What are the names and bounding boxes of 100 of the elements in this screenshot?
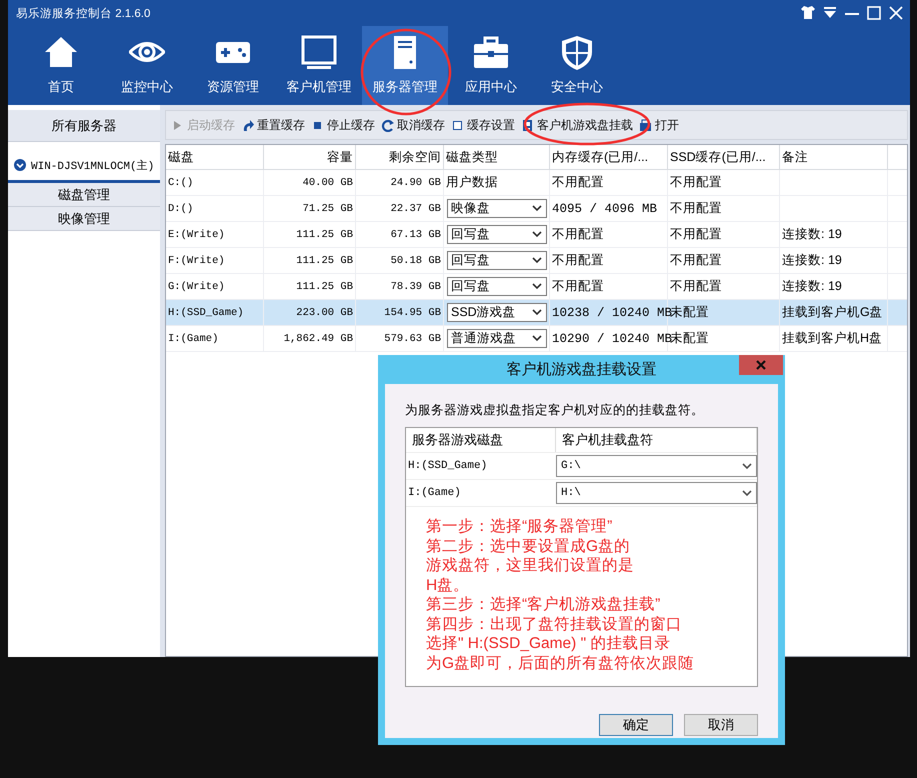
dialog-description: 为服务器游戏虚拟盘指定客户机对应的的挂载盘符。	[405, 402, 705, 419]
table-cell: F:(Write)	[166, 248, 264, 273]
table-cell: G:(Write)	[166, 274, 264, 299]
sidebar-item[interactable]: 映像管理	[8, 207, 160, 231]
dialog-button[interactable]: 取消	[684, 714, 758, 736]
nav-tab[interactable]: 监控中心	[104, 26, 190, 105]
nav-tab[interactable]: 安全中心	[534, 26, 620, 105]
annotation-text: 第二步：选中要设置成G盘的	[426, 536, 632, 556]
toolbar-button[interactable]: 客户机游戏盘挂载	[521, 116, 633, 134]
chevron-icon	[532, 283, 542, 290]
annotation-text: 第三步：选择“客户机游戏盘挂载”	[426, 595, 662, 614]
disk-type-dropdown[interactable]: 映像盘	[447, 199, 547, 218]
toolbar-button[interactable]: 打开	[639, 116, 679, 134]
nav-tab[interactable]: 首页	[18, 26, 104, 105]
column-header[interactable]: 内存缓存(已用/...	[550, 145, 668, 169]
annotation-text: 游戏盘符，这里我们设置的是	[426, 556, 635, 576]
sidebar-header[interactable]: 所有服务器	[8, 110, 160, 142]
annotation-text: 第一步：选择“服务器管理”	[426, 517, 614, 536]
sidebar-item[interactable]: 磁盘管理	[8, 183, 160, 207]
skin-icon[interactable]	[800, 5, 816, 21]
toolbar-button[interactable]: 取消缓存	[381, 116, 445, 134]
monitor-icon	[301, 35, 337, 71]
column-header[interactable]: 磁盘类型	[444, 145, 550, 169]
toolbox-icon	[473, 35, 509, 71]
table-cell: 挂载到客户机H盘	[782, 330, 882, 347]
table-cell: 111.25 GB	[264, 248, 356, 273]
table-cell: 不用配置	[668, 196, 780, 221]
table-cell: 78.39 GB	[356, 274, 444, 299]
disk-type-dropdown[interactable]: 回写盘	[447, 251, 547, 270]
table-cell: 67.13 GB	[356, 222, 444, 247]
toolbar-button[interactable]: 停止缓存	[311, 116, 375, 134]
column-header[interactable]: SSD缓存(已用/...	[668, 145, 780, 169]
shield-icon	[559, 35, 595, 71]
redo-icon	[241, 118, 254, 132]
table-cell: 1,862.49 GB	[264, 326, 356, 351]
table-cell: I:(Game)	[166, 326, 264, 351]
column-header: 服务器游戏磁盘	[406, 428, 556, 452]
column-header[interactable]: 剩余空间	[356, 145, 444, 169]
refresh-icon	[381, 118, 394, 132]
column-header: 客户机挂载盘符	[556, 428, 757, 452]
dialog-title: 客户机游戏盘挂载设置	[506, 360, 656, 379]
toolbar-button[interactable]: 重置缓存	[241, 116, 305, 134]
table-cell: D:()	[166, 196, 264, 221]
table-cell: 用户数据	[446, 174, 498, 191]
dialog-button[interactable]: 确定	[599, 714, 673, 736]
table-cell: 不用配置	[668, 274, 780, 299]
table-cell: 不用配置	[550, 248, 668, 273]
nav-tab[interactable]: 应用中心	[448, 26, 534, 105]
disk-type-dropdown[interactable]: 普通游戏盘	[447, 329, 547, 348]
table-cell-text: I:(Game)	[407, 486, 462, 501]
table-cell: 不用配置	[550, 170, 668, 195]
table-cell: E:(Write)	[166, 222, 264, 247]
table-cell: 不用配置	[550, 274, 668, 299]
table-cell: 连接数: 19	[782, 252, 842, 269]
column-header[interactable]: 磁盘	[166, 145, 264, 169]
annotation-text: 选择" H:(SSD_Game) " 的挂载目录	[426, 634, 672, 654]
chevron-icon	[532, 309, 542, 316]
table-cell: 不用配置	[668, 222, 780, 247]
chevron-icon	[532, 257, 542, 264]
close-icon	[756, 360, 766, 370]
drive-letter-dropdown[interactable]: G:\	[556, 455, 757, 477]
table-cell: 50.18 GB	[356, 248, 444, 273]
table-cell: 连接数: 19	[782, 226, 842, 243]
nav-tab[interactable]: 资源管理	[190, 26, 276, 105]
table-cell: 不用配置	[550, 222, 668, 247]
close-icon[interactable]	[888, 5, 904, 21]
nav-tab[interactable]: 客户机管理	[276, 26, 362, 105]
nav-tab[interactable]: 服务器管理	[362, 26, 448, 105]
drive-letter-dropdown[interactable]: H:\	[556, 482, 757, 504]
table-cell: 不用配置	[668, 248, 780, 273]
table-cell: 24.90 GB	[356, 170, 444, 195]
table-cell: C:()	[166, 170, 264, 195]
table-cell: H:(SSD_Game)	[166, 300, 264, 325]
chevron-icon	[742, 462, 752, 470]
column-header[interactable]: 容量	[264, 145, 356, 169]
window-title: 易乐游服务控制台 2.1.6.0	[15, 6, 152, 20]
open-icon	[639, 118, 652, 132]
table-cell: 4095 / 4096 MB	[550, 196, 668, 221]
chevron-icon	[532, 205, 542, 212]
chevron-icon	[532, 335, 542, 342]
toolbar-button[interactable]: 缓存设置	[451, 116, 515, 134]
disk-type-dropdown[interactable]: SSD游戏盘	[447, 303, 547, 322]
table-cell: 挂载到客户机G盘	[782, 304, 883, 321]
close-button[interactable]	[739, 355, 783, 375]
table-cell: 154.95 GB	[356, 300, 444, 325]
annotation-text: 第四步：出现了盘符挂载设置的窗口	[426, 614, 683, 634]
chevron-icon	[742, 490, 752, 496]
disk-type-dropdown[interactable]: 回写盘	[447, 277, 547, 296]
annotation-text: H盘。	[426, 576, 470, 595]
table-cell: 223.00 GB	[264, 300, 356, 325]
table-cell: 22.37 GB	[356, 196, 444, 221]
table-cell: 40.00 GB	[264, 170, 356, 195]
table-cell-text: H:(SSD_Game)	[407, 459, 488, 474]
column-header[interactable]: 备注	[780, 145, 888, 169]
disk-type-dropdown[interactable]: 回写盘	[447, 225, 547, 244]
table-cell: 111.25 GB	[264, 274, 356, 299]
maximize-icon[interactable]	[866, 5, 882, 21]
table-cell: 连接数: 19	[782, 278, 842, 295]
chevron-icon	[532, 231, 542, 238]
table-cell: 不用配置	[668, 170, 780, 195]
